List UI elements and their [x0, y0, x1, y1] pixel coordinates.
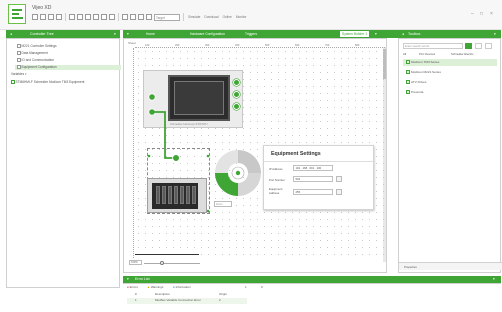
- filter-tab-schneider[interactable]: Schneider Electric: [451, 52, 474, 56]
- properties-bar[interactable]: Properties: [399, 262, 502, 270]
- error-icon: ●: [127, 285, 129, 289]
- plc-module: [186, 186, 190, 204]
- right-panel-header: ◂ Toolbox ▾: [398, 30, 501, 38]
- stepper-icon[interactable]: [336, 189, 342, 195]
- row-num: 1: [135, 298, 137, 302]
- row-description: Modbus Variable Connection Error: [155, 298, 201, 302]
- warnings-label: Warnings: [150, 285, 164, 289]
- pin-icon[interactable]: ▾: [494, 30, 496, 38]
- plc-module: [168, 186, 172, 204]
- toolbox-item-label: Modicon M221 Series: [411, 70, 441, 74]
- plc-module: [162, 186, 166, 204]
- divider: [264, 161, 375, 162]
- toolbox-panel: Enter search words All PLC Devices Schne…: [398, 38, 502, 273]
- bottom-panel-header: ▾ Error List ▾: [123, 276, 501, 283]
- plc-device[interactable]: [147, 178, 207, 213]
- toolbox-item[interactable]: Modicon TM3 Series: [406, 60, 439, 65]
- info-icon: ●: [173, 285, 175, 289]
- connector-node-icon[interactable]: [148, 93, 156, 101]
- toolbox-item-label: Preventa: [411, 90, 424, 94]
- plc-module: [180, 186, 184, 204]
- plc-module: [174, 186, 178, 204]
- right-panel-title: Toolbox: [408, 32, 421, 36]
- radial-center-icon: [235, 170, 241, 176]
- equipment-address-field[interactable]: 255: [293, 189, 333, 195]
- warnings-filter[interactable]: ▲ Warnings: [147, 285, 163, 290]
- filter-icon[interactable]: [475, 43, 482, 49]
- toolbox-item[interactable]: Preventa: [406, 90, 423, 95]
- errors-label: Errors: [129, 285, 138, 289]
- info-filter[interactable]: ● Information: [173, 285, 191, 290]
- equipment-address-label: Equipment Address: [269, 187, 283, 195]
- pin-icon[interactable]: ▾: [493, 276, 495, 283]
- toolbox-item-label: ATV Drives: [411, 80, 427, 84]
- plc-body: [152, 183, 198, 209]
- stepper-icon[interactable]: [336, 176, 342, 182]
- toolbox-item[interactable]: Modicon M221 Series: [406, 70, 441, 75]
- column-header-origin[interactable]: Origin: [219, 292, 227, 297]
- ip-address-field[interactable]: 192 . 168 . 001 . 100: [293, 165, 333, 171]
- ip-address-label: IP Address: [269, 167, 283, 171]
- zoom-slider[interactable]: [144, 263, 200, 264]
- radial-value-input[interactable]: Zoom: [214, 201, 232, 207]
- radial-menu[interactable]: [215, 150, 261, 196]
- row-origin: 2: [219, 298, 221, 302]
- collapse-icon[interactable]: ◂: [402, 30, 404, 38]
- column-header-description[interactable]: Description: [155, 292, 170, 297]
- errors-filter[interactable]: ● Errors: [127, 285, 138, 290]
- device-icon: [406, 70, 410, 74]
- count-a: 1: [245, 285, 247, 289]
- plc-module: [192, 186, 196, 204]
- device-icon: [406, 90, 410, 94]
- column-header-num[interactable]: #: [135, 292, 137, 297]
- port-number-field[interactable]: 502: [293, 176, 333, 182]
- zoom-slider-thumb[interactable]: [160, 261, 164, 265]
- error-list-panel: ● Errors ▲ Warnings ● Information 1 0 # …: [123, 283, 501, 312]
- equipment-settings-dialog: Equipment Settings IP Address 192 . 168 …: [263, 145, 375, 210]
- collapse-icon[interactable]: ▾: [127, 276, 129, 283]
- toolbox-item-label: Modicon TM3 Series: [411, 60, 440, 64]
- bottom-panel-title: Error List: [135, 277, 150, 281]
- search-input[interactable]: Enter search words: [403, 43, 463, 49]
- canvas-scrollbar[interactable]: [135, 254, 199, 256]
- plc-module: [156, 186, 160, 204]
- info-label: Information: [175, 285, 191, 289]
- warning-icon: ▲: [147, 285, 150, 289]
- port-number-label: Port Number: [269, 178, 285, 182]
- zoom-value[interactable]: 100%: [129, 260, 142, 265]
- count-b: 0: [261, 285, 263, 289]
- toolbox-item[interactable]: ATV Drives: [406, 80, 426, 85]
- search-icon[interactable]: [465, 43, 472, 49]
- device-icon: [406, 80, 410, 84]
- filter-tab-all[interactable]: All: [403, 52, 406, 56]
- view-toggle-icon[interactable]: [485, 43, 492, 49]
- dialog-title: Equipment Settings: [271, 151, 321, 157]
- filter-tab-plc[interactable]: PLC Devices: [419, 52, 435, 56]
- device-icon: [406, 60, 410, 64]
